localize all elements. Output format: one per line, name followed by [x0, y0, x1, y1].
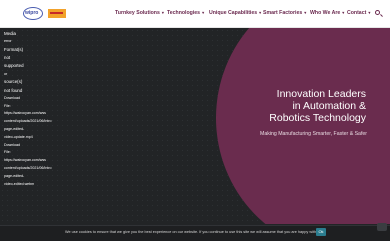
hero-subtitle: Making Manufacturing Smarter, Faster & S…: [260, 131, 367, 137]
nav-label: Who We Are: [310, 10, 341, 16]
media-error-message: Media error Format(s) not supported or s…: [4, 30, 52, 188]
file-url-link[interactable]: page-edited-: [4, 173, 52, 181]
chevron-down-icon: ▾: [342, 10, 345, 15]
download-link[interactable]: Download: [4, 142, 52, 150]
hero-circle-shape: [216, 28, 390, 224]
nav-label: Contact: [347, 10, 367, 16]
file-url-link[interactable]: https://wairocyan.com/wss: [4, 157, 52, 165]
file-url-link[interactable]: page-edited-: [4, 126, 52, 134]
nav-unique-capabilities[interactable]: Unique Capabilities ▾: [209, 10, 261, 16]
nav-technologies[interactable]: Technologies ▾: [167, 10, 204, 16]
error-line: source(s): [4, 79, 23, 85]
file-url-link[interactable]: content/uploads/2021/06/Intro: [4, 165, 52, 173]
chevron-down-icon: ▾: [202, 10, 205, 15]
error-line: File:: [4, 103, 11, 108]
chat-widget-icon[interactable]: [377, 223, 387, 231]
search-icon[interactable]: [375, 10, 380, 15]
chevron-down-icon: ▾: [259, 10, 262, 15]
hero-title: Innovation Leaders in Automation & Robot…: [238, 88, 366, 124]
error-line: File:: [4, 150, 11, 155]
chevron-down-icon: ▾: [304, 10, 307, 15]
file-url-link[interactable]: https://wairocyan.com/wss: [4, 110, 52, 118]
nav-turnkey-solutions[interactable]: Turnkey Solutions ▾: [115, 10, 164, 16]
error-line: Media: [4, 31, 16, 36]
nav-smart-factories[interactable]: Smart Factories ▾: [263, 10, 306, 16]
partner-logo[interactable]: [48, 9, 66, 18]
error-line: not found: [4, 87, 23, 93]
cookie-banner: We use cookies to ensure that we give yo…: [0, 225, 390, 241]
error-line: Format(s): [4, 47, 24, 52]
nav-label: Turnkey Solutions: [115, 10, 160, 16]
cookie-ok-button[interactable]: Ok: [316, 228, 326, 236]
nav-label: Smart Factories: [263, 10, 303, 16]
hero-title-line: in Automation &: [292, 100, 366, 112]
download-link[interactable]: Download: [4, 95, 52, 103]
error-line: supported: [4, 63, 24, 69]
chevron-down-icon: ▾: [161, 10, 164, 15]
cookie-text: We use cookies to ensure that we give yo…: [65, 230, 321, 234]
nav-contact[interactable]: Contact ▾: [347, 10, 370, 16]
site-header: wipro Turnkey Solutions ▾ Technologies ▾ U…: [0, 0, 390, 28]
hero-title-line: Innovation Leaders: [276, 88, 366, 100]
file-url-link[interactable]: video-update.mp4: [4, 134, 52, 142]
hero-section: Innovation Leaders in Automation & Robot…: [0, 28, 390, 224]
error-line: or: [4, 71, 8, 76]
file-url-link[interactable]: content/uploads/2021/06/Intro: [4, 118, 52, 126]
error-line: error: [4, 39, 12, 44]
nav-label: Unique Capabilities: [209, 10, 258, 16]
logo-text: wipro: [25, 10, 39, 16]
error-line: not: [4, 55, 11, 61]
hero-title-line: Robotics Technology: [269, 112, 366, 124]
nav-who-we-are[interactable]: Who We Are ▾: [310, 10, 344, 16]
file-url-link[interactable]: video-edited.webm: [4, 181, 52, 189]
nav-label: Technologies: [167, 10, 201, 16]
chevron-down-icon: ▾: [368, 10, 371, 15]
